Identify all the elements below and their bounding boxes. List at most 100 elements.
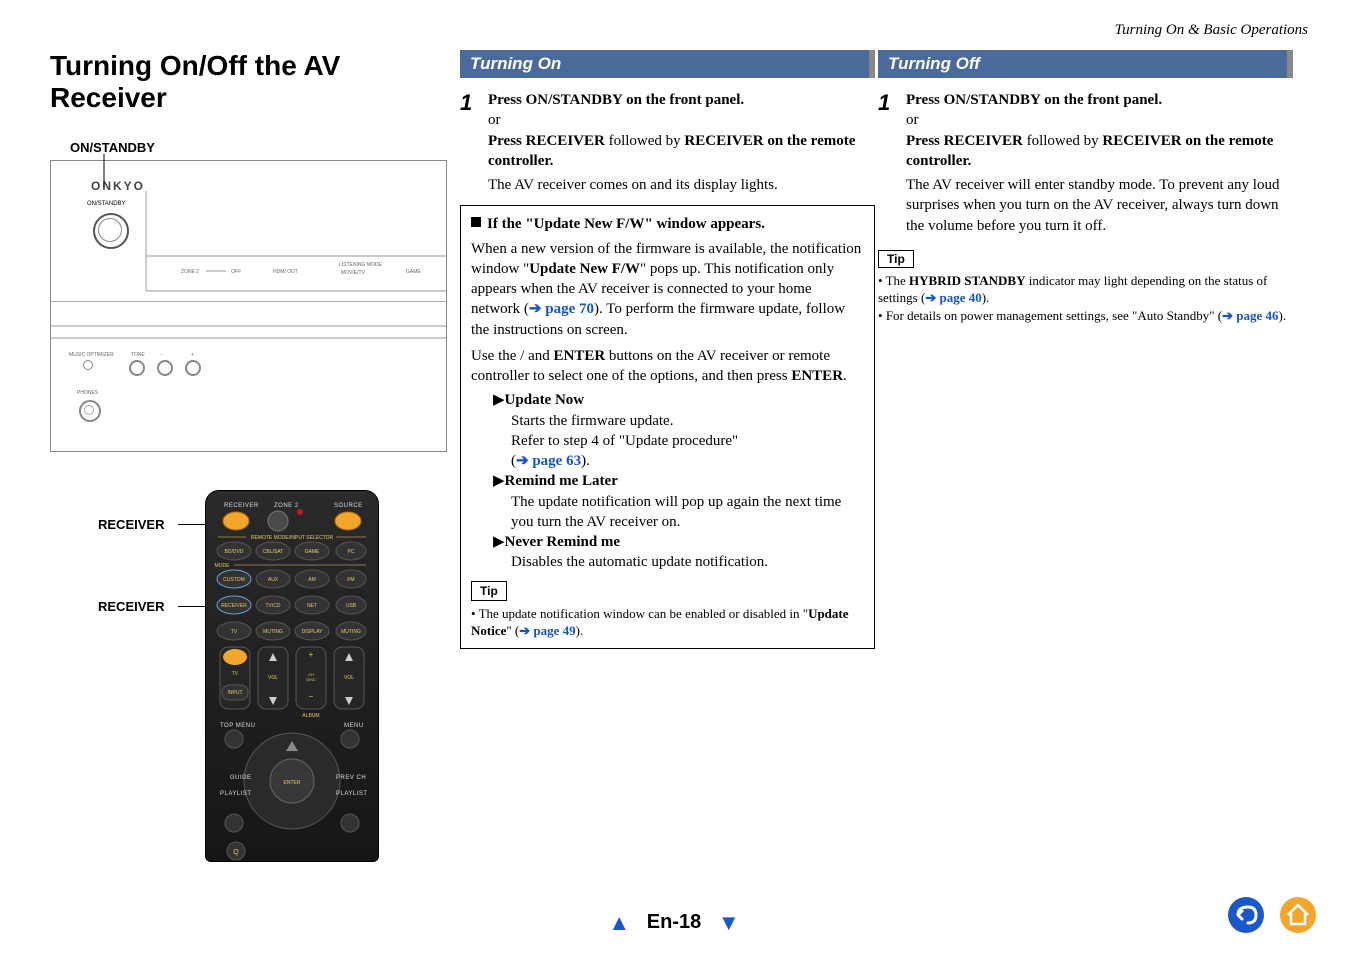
turning-off-step-1: 1 Press ON/STANDBY on the front panel. o… (878, 90, 1293, 236)
svg-text:GAME: GAME (305, 549, 320, 555)
tip-label: Tip (471, 581, 507, 601)
svg-text:MODE: MODE (215, 563, 231, 569)
svg-text:ENTER: ENTER (284, 780, 301, 786)
option-remind-later: Remind me Later (505, 473, 618, 489)
svg-text:AUX: AUX (268, 577, 279, 583)
svg-text:TOP MENU: TOP MENU (220, 723, 255, 729)
svg-text:−: − (309, 692, 314, 701)
svg-text:RECEIVER: RECEIVER (221, 603, 247, 609)
svg-text:Q: Q (233, 849, 239, 856)
turning-off-heading: Turning Off (878, 50, 1293, 78)
column-3: Turning Off 1 Press ON/STANDBY on the fr… (878, 50, 1293, 324)
svg-text:TV/CD: TV/CD (266, 603, 281, 609)
t: Press (488, 92, 526, 108)
svg-text:NET: NET (307, 603, 317, 609)
t: Use the / and (471, 348, 553, 364)
t: RECEIVER (526, 133, 605, 149)
t: followed by (605, 133, 685, 149)
svg-text:FM: FM (347, 577, 354, 583)
svg-text:DISPLAY: DISPLAY (302, 629, 323, 635)
page-title: Turning On/Off the AV Receiver (50, 50, 445, 114)
plus-knob (185, 360, 201, 376)
t: RECEIVER (944, 133, 1023, 149)
t: Press (906, 133, 944, 149)
back-icon[interactable] (1226, 895, 1266, 935)
svg-text:MOVIE/TV: MOVIE/TV (341, 270, 366, 276)
t: . (843, 368, 847, 384)
panel-minus-label: - (161, 352, 163, 358)
tip-item-2: • For details on power management settin… (878, 307, 1293, 325)
svg-text:LISTENING MODE: LISTENING MODE (339, 262, 382, 268)
svg-text:TV: TV (232, 671, 239, 677)
arrow-icon: ➔ (529, 301, 545, 317)
option-never-remind: Never Remind me (505, 534, 621, 550)
page-footer: ▲ En-18 ▼ (0, 910, 1348, 936)
t: The update notification window can be en… (479, 606, 808, 621)
svg-text:PLAYLIST: PLAYLIST (220, 791, 252, 797)
link-page-40[interactable]: page 40 (939, 290, 981, 305)
next-page-icon[interactable]: ▼ (718, 910, 740, 935)
t: Press (906, 92, 944, 108)
result-text: The AV receiver will enter standby mode.… (906, 175, 1293, 236)
t: Starts the firmware update. (511, 411, 864, 431)
svg-text:VOL: VOL (344, 675, 354, 681)
svg-text:ZONE 2: ZONE 2 (181, 269, 199, 275)
callout-line (50, 150, 110, 210)
prev-page-icon[interactable]: ▲ (608, 910, 630, 935)
link-page-49[interactable]: page 49 (533, 623, 575, 638)
svg-text:CUSTOM: CUSTOM (223, 577, 245, 583)
tip-label: Tip (878, 250, 914, 268)
t: The update notification will pop up agai… (511, 492, 864, 533)
turning-on-step-1: 1 Press ON/STANDBY on the front panel. o… (460, 90, 875, 195)
panel-phones-label: PHONES (77, 390, 98, 396)
t: followed by (1023, 133, 1103, 149)
svg-text:GAME: GAME (406, 269, 421, 275)
svg-text:ALBUM: ALBUM (302, 713, 319, 719)
arrow-icon: ➔ (516, 453, 532, 469)
column-1: Turning On/Off the AV Receiver (50, 50, 445, 144)
svg-text:ZONE 2: ZONE 2 (274, 503, 299, 509)
minus-knob (157, 360, 173, 376)
svg-text:PLAYLIST: PLAYLIST (336, 791, 368, 797)
header-section-title: Turning On & Basic Operations (1115, 22, 1308, 39)
panel-bottom-lines (51, 302, 446, 450)
or-text: or (488, 110, 875, 130)
svg-text:GUIDE: GUIDE (230, 775, 252, 781)
svg-text:USB: USB (346, 603, 357, 609)
svg-text:PC: PC (348, 549, 355, 555)
arrow-icon: ➔ (925, 290, 939, 305)
tone-knob (129, 360, 145, 376)
or-text: or (906, 110, 1293, 130)
tip-item-1: • The HYBRID STANDBY indicator may light… (878, 272, 1293, 307)
svg-text:MUTING: MUTING (341, 629, 361, 635)
svg-text:DISC: DISC (306, 677, 316, 682)
update-fw-box: If the "Update New F/W" window appears. … (460, 205, 875, 649)
option-update-now: Update Now (505, 392, 585, 408)
link-page-63[interactable]: page 63 (532, 453, 581, 469)
link-page-70[interactable]: page 70 (545, 301, 594, 317)
t: " ( (506, 623, 519, 638)
square-bullet-icon (471, 217, 481, 227)
t: ON/STANDBY on the front panel. (944, 92, 1163, 108)
t: ). (576, 623, 584, 638)
t: ENTER (553, 348, 605, 364)
panel-top-lines: ZONE 2 OFF HDMI OUT LISTENING MODE MOVIE… (51, 161, 446, 301)
panel-plus-label: + (191, 352, 194, 358)
svg-text:PREV CH: PREV CH (336, 775, 366, 781)
svg-text:CBL/SAT: CBL/SAT (263, 549, 283, 555)
svg-text:HDMI OUT: HDMI OUT (273, 269, 298, 275)
column-2: Turning On 1 Press ON/STANDBY on the fro… (460, 50, 875, 649)
remote-illustration: RECEIVER ZONE 2 SOURCE REMOTE MODE/INPUT… (205, 490, 379, 862)
turning-on-heading: Turning On (460, 50, 875, 78)
home-icon[interactable] (1278, 895, 1318, 935)
link-page-46[interactable]: page 46 (1236, 308, 1278, 323)
svg-text:TV: TV (231, 629, 238, 635)
t: Disables the automatic update notificati… (511, 552, 864, 572)
page-number: En-18 (647, 911, 701, 933)
t: Press (488, 133, 526, 149)
arrow-icon: ➔ (519, 623, 533, 638)
panel-tone-label: TONE (131, 352, 145, 358)
t: Refer to step 4 of "Update procedure" (511, 433, 738, 449)
svg-text:OFF: OFF (231, 269, 241, 275)
svg-text:SOURCE: SOURCE (334, 503, 363, 509)
